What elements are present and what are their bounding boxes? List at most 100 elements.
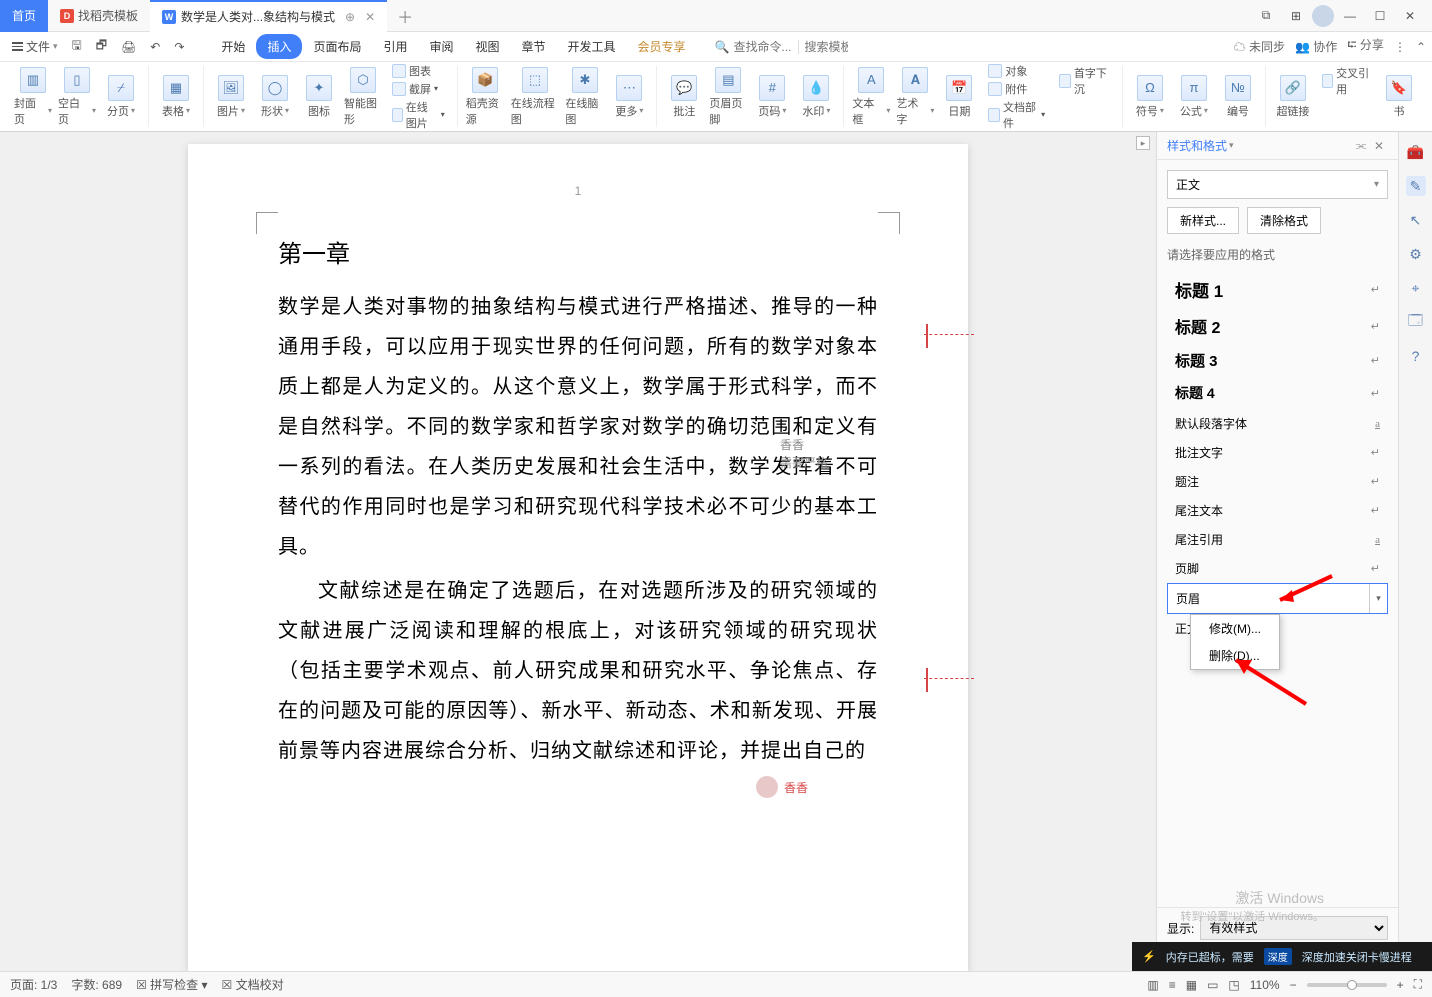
status-proof[interactable]: ☒ 文档校对 xyxy=(222,976,284,993)
style-heading-2[interactable]: 标题 2↵ xyxy=(1167,308,1388,344)
tab-template[interactable]: D 找稻壳模板 xyxy=(48,0,150,32)
attachment-button[interactable]: 附件 xyxy=(988,81,1045,97)
object-button[interactable]: 对象 xyxy=(988,63,1045,79)
share-button[interactable]: ⮓ 分享 xyxy=(1347,36,1384,57)
memory-warning-overlay[interactable]: ⚡ 内存已超标，需要 深度 深度加速关闭卡慢进程 xyxy=(1132,942,1432,971)
more-insert-button[interactable]: ⋯更多 xyxy=(610,75,648,119)
ribbon-tab-start[interactable]: 开始 xyxy=(210,34,256,59)
icon-button[interactable]: ✦图标 xyxy=(300,75,338,119)
paragraph-2[interactable]: 文献综述是在确定了选题后，在对选题所涉及的研究领域的文献进展广泛阅读和理解的根底… xyxy=(278,571,878,771)
ribbon-tab-view[interactable]: 视图 xyxy=(465,34,511,59)
collapse-ribbon-icon[interactable]: ⌃ xyxy=(1416,40,1426,54)
style-heading-1[interactable]: 标题 1↵ xyxy=(1167,271,1388,308)
style-header-selected[interactable]: 页眉 ▾ xyxy=(1167,583,1388,614)
style-endnote-ref[interactable]: 尾注引用a xyxy=(1167,525,1388,554)
side-toolbox-icon[interactable]: 🧰 xyxy=(1406,142,1426,162)
status-spell[interactable]: ☒ 拼写检查 ▾ xyxy=(136,976,207,993)
style-default-font[interactable]: 默认段落字体a xyxy=(1167,409,1388,438)
table-button[interactable]: ▦表格 xyxy=(157,75,195,119)
current-style-select[interactable]: 正文 ▾ xyxy=(1167,170,1388,199)
print-preview-icon[interactable]: 🗗 xyxy=(90,32,113,61)
style-dropdown-icon[interactable]: ▾ xyxy=(1369,584,1387,613)
watermark-button[interactable]: 💧水印 xyxy=(797,75,835,119)
side-help-icon[interactable]: ? xyxy=(1406,346,1426,366)
more-menu-icon[interactable]: ⋮ xyxy=(1394,40,1406,54)
blank-page-button[interactable]: ▯空白页 xyxy=(58,67,96,127)
docparts-button[interactable]: 文档部件▾ xyxy=(988,99,1045,131)
print-icon[interactable]: 🖨 xyxy=(115,36,142,58)
command-search-input[interactable] xyxy=(734,40,794,54)
ribbon-tab-vip[interactable]: 会员专享 xyxy=(627,34,697,59)
docer-resource-button[interactable]: 📦稻壳资源 xyxy=(466,67,505,127)
mindmap-button[interactable]: ✱在线脑图 xyxy=(565,67,604,127)
online-picture-button[interactable]: 在线图片▾ xyxy=(392,99,445,131)
chart-button[interactable]: 图表 xyxy=(392,63,445,79)
wordart-button[interactable]: 𝐀艺术字 xyxy=(896,67,934,127)
tab-add-button[interactable]: ＋ xyxy=(387,4,423,28)
dropcap-button[interactable]: 首字下沉 xyxy=(1059,65,1110,97)
page-number-button[interactable]: #页码 xyxy=(753,75,791,119)
sync-button[interactable]: ☁ 未同步 xyxy=(1234,38,1285,55)
shapes-button[interactable]: ◯形状 xyxy=(256,75,294,119)
comment-button[interactable]: 💬批注 xyxy=(665,75,703,119)
file-menu-button[interactable]: 文件 ▾ xyxy=(6,34,64,59)
command-search[interactable]: 🔍 xyxy=(715,40,848,54)
ribbon-tab-review[interactable]: 审阅 xyxy=(418,34,464,59)
view-focus-icon[interactable]: ◳ xyxy=(1228,978,1239,992)
status-page[interactable]: 页面: 1/3 xyxy=(10,976,57,993)
fit-width-icon[interactable]: ⛶ xyxy=(1414,977,1422,992)
style-comment-text[interactable]: 批注文字↵ xyxy=(1167,438,1388,467)
bookmark-button[interactable]: 🔖书 xyxy=(1380,75,1418,119)
equation-button[interactable]: π公式 xyxy=(1175,75,1213,119)
flowchart-button[interactable]: ⬚在线流程图 xyxy=(511,67,560,127)
panel-close-icon[interactable]: ✕ xyxy=(1370,139,1388,153)
style-footer[interactable]: 页脚↵ xyxy=(1167,554,1388,583)
window-close-icon[interactable]: ✕ xyxy=(1396,2,1424,30)
view-web-icon[interactable]: ▦ xyxy=(1186,978,1197,992)
tab-doc-pin-icon[interactable]: ⊕ xyxy=(345,10,355,24)
side-select-icon[interactable]: ↖ xyxy=(1406,210,1426,230)
tab-home[interactable]: 首页 xyxy=(0,0,48,32)
numbering-button[interactable]: №编号 xyxy=(1219,75,1257,119)
smartart-button[interactable]: ⬡智能图形 xyxy=(344,67,382,127)
cover-page-button[interactable]: ▥封面页 xyxy=(14,67,52,127)
view-outline-icon[interactable]: ≡ xyxy=(1169,978,1176,992)
save-icon[interactable]: 🖫 xyxy=(66,32,88,61)
panel-pin-icon[interactable]: ⫘ xyxy=(1352,138,1370,153)
side-highlight-icon[interactable]: ✎ xyxy=(1406,176,1426,196)
nav-toggle-icon[interactable]: ▸ xyxy=(1136,136,1150,150)
status-words[interactable]: 字数: 689 xyxy=(71,976,122,993)
new-style-button[interactable]: 新样式... xyxy=(1167,207,1239,234)
page-break-button[interactable]: ⌿分页 xyxy=(102,75,140,119)
header-footer-button[interactable]: ▤页眉页脚 xyxy=(709,67,747,127)
hyperlink-button[interactable]: 🔗超链接 xyxy=(1274,75,1312,119)
document-area[interactable]: ▸ 1 第一章 数学是人类对事物的抽象结构与模式进行严格描述、推导的一种通用手段… xyxy=(0,132,1156,971)
style-heading-3[interactable]: 标题 3↵ xyxy=(1167,344,1388,377)
view-read-icon[interactable]: ▭ xyxy=(1207,978,1218,992)
symbol-button[interactable]: Ω符号 xyxy=(1131,75,1169,119)
textbox-button[interactable]: A文本框 xyxy=(852,67,890,127)
picture-button[interactable]: 🖼图片 xyxy=(212,75,250,119)
undo-icon[interactable]: ↶ xyxy=(144,36,166,58)
window-maximize-icon[interactable]: ☐ xyxy=(1366,2,1394,30)
ribbon-tab-reference[interactable]: 引用 xyxy=(372,34,418,59)
user-avatar-icon[interactable] xyxy=(1312,5,1334,27)
side-translate-icon[interactable]: 🗔 xyxy=(1406,312,1426,332)
redo-icon[interactable]: ↷ xyxy=(168,36,190,58)
side-location-icon[interactable]: ⌖ xyxy=(1406,278,1426,298)
zoom-slider[interactable] xyxy=(1307,983,1387,987)
app-grid-icon[interactable]: ⊞ xyxy=(1282,2,1310,30)
window-minimize-icon[interactable]: — xyxy=(1336,2,1364,30)
style-endnote-text[interactable]: 尾注文本↵ xyxy=(1167,496,1388,525)
zoom-out-icon[interactable]: − xyxy=(1290,978,1297,992)
zoom-value[interactable]: 110% xyxy=(1250,978,1280,992)
show-select[interactable]: 有效样式 xyxy=(1200,916,1388,940)
ribbon-tab-chapter[interactable]: 章节 xyxy=(511,34,557,59)
clear-format-button[interactable]: 清除格式 xyxy=(1247,207,1321,234)
screenshot-button[interactable]: 截屏▾ xyxy=(392,81,445,97)
ribbon-tab-devtools[interactable]: 开发工具 xyxy=(557,34,627,59)
side-settings-icon[interactable]: ⚙ xyxy=(1406,244,1426,264)
comment-2[interactable]: 香香 xyxy=(756,776,808,798)
cross-ref-button[interactable]: 交叉引用 xyxy=(1322,65,1370,97)
paragraph-1[interactable]: 数学是人类对事物的抽象结构与模式进行严格描述、推导的一种通用手段，可以应用于现实… xyxy=(278,287,878,567)
